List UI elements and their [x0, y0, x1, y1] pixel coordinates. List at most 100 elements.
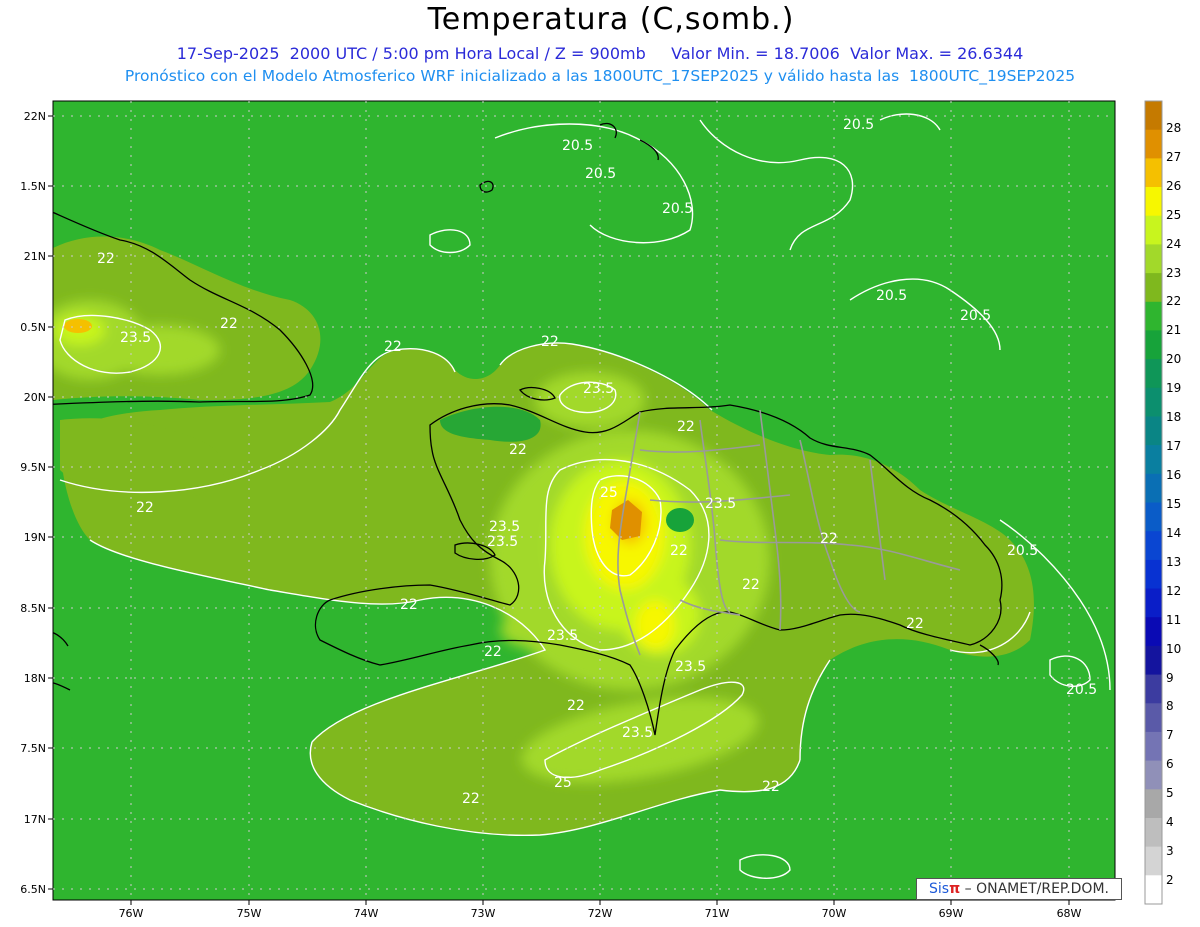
- contour-label-25: 25: [600, 485, 618, 501]
- contour-label: 22: [97, 251, 115, 267]
- scale-swatch: [1145, 731, 1162, 762]
- scale-swatch: [1145, 588, 1162, 618]
- lon-ticks: [130, 900, 1070, 905]
- scale-label: 11: [1166, 613, 1181, 627]
- contour-label: 20.5: [562, 138, 593, 154]
- lat-label: 1.5N: [20, 180, 46, 193]
- scale-swatch: [1145, 674, 1162, 704]
- scale-swatch: [1145, 387, 1162, 417]
- contour-label: 22: [762, 779, 780, 795]
- scale-label: 24: [1166, 237, 1181, 251]
- color-scale-bar: [1144, 100, 1163, 905]
- longitude-axis: 76W 75W 74W 73W 72W 71W 70W 69W 68W: [119, 907, 1082, 920]
- lat-label: 17N: [24, 813, 46, 826]
- map-field: [53, 101, 1115, 900]
- scale-swatch: [1145, 330, 1162, 360]
- latitude-axis: 22N 1.5N 21N 0.5N 20N 9.5N 19N 8.5N 18N …: [20, 110, 46, 896]
- contour-label: 20.5: [1007, 543, 1038, 559]
- scale-label: 7: [1166, 728, 1174, 742]
- cool-patch-cordillera: [666, 508, 694, 532]
- scale-swatch: [1145, 473, 1162, 503]
- contour-label: 20.5: [876, 288, 907, 304]
- contour-label: 22: [400, 597, 418, 613]
- scale-swatch: [1145, 531, 1162, 561]
- scale-label: 3: [1166, 844, 1174, 858]
- scale-swatch: [1145, 818, 1162, 848]
- lat-label: 6.5N: [20, 883, 46, 896]
- lat-label: 9.5N: [20, 461, 46, 474]
- scale-label: 23: [1166, 266, 1181, 280]
- contour-label: 25: [554, 775, 572, 791]
- lon-label: 74W: [354, 907, 379, 920]
- contour-label: 20.5: [960, 308, 991, 324]
- lat-label: 20N: [24, 391, 46, 404]
- lon-label: 69W: [939, 907, 964, 920]
- contour-label: 20.5: [662, 201, 693, 217]
- contour-label: 22: [670, 543, 688, 559]
- credit-box: Sisπ – ONAMET/REP.DOM.: [916, 878, 1122, 900]
- scale-swatch: [1145, 301, 1162, 331]
- contour-label: 22: [136, 500, 154, 516]
- lat-ticks: [48, 115, 53, 890]
- cuba-warm-patch: [64, 319, 92, 333]
- contour-label: 22: [462, 791, 480, 807]
- lat-label: 7.5N: [20, 742, 46, 755]
- contour-label: 22: [384, 339, 402, 355]
- scale-label: 2: [1166, 873, 1174, 887]
- contour-label: 23.5: [705, 496, 736, 512]
- scale-swatch: [1145, 703, 1162, 733]
- lat-label: 18N: [24, 672, 46, 685]
- scale-swatch: [1145, 559, 1162, 590]
- lat-label: 19N: [24, 531, 46, 544]
- scale-swatch: [1145, 445, 1162, 475]
- scale-label: 28: [1166, 121, 1181, 135]
- lat-label: 0.5N: [20, 321, 46, 334]
- scale-label: 19: [1166, 381, 1181, 395]
- scale-label: 16: [1166, 468, 1181, 482]
- scale-swatch: [1145, 101, 1162, 131]
- contour-label: 22: [484, 644, 502, 660]
- scale-swatch: [1145, 645, 1162, 676]
- contour-label: 22: [742, 577, 760, 593]
- scale-label: 20: [1166, 352, 1181, 366]
- scale-swatch: [1145, 416, 1162, 446]
- scale-swatch: [1145, 244, 1162, 274]
- lon-label: 75W: [237, 907, 262, 920]
- scale-label: 12: [1166, 584, 1181, 598]
- credit-pi-symbol: π: [949, 881, 961, 897]
- lat-label: 22N: [24, 110, 46, 123]
- lon-label: 76W: [119, 907, 144, 920]
- lon-label: 68W: [1057, 907, 1082, 920]
- scale-swatch: [1145, 617, 1162, 647]
- scale-swatch: [1145, 187, 1162, 217]
- contour-label: 23.5: [622, 725, 653, 741]
- contour-label: 22: [541, 334, 559, 350]
- scale-label: 9: [1166, 671, 1174, 685]
- scale-swatch: [1145, 789, 1162, 819]
- lon-label: 72W: [588, 907, 613, 920]
- scale-label: 15: [1166, 497, 1181, 511]
- contour-label: 22: [509, 442, 527, 458]
- scale-swatch: [1145, 215, 1162, 245]
- contour-label: 23.5: [120, 330, 151, 346]
- scale-label: 22: [1166, 294, 1181, 308]
- contour-label: 23.5: [547, 628, 578, 644]
- scale-swatch: [1145, 875, 1162, 905]
- color-scale-labels: 28 27 26 25 24 23 22 21 20 19 18 17 16 1…: [1166, 121, 1181, 887]
- scale-label: 21: [1166, 323, 1181, 337]
- scale-label: 5: [1166, 786, 1174, 800]
- scale-label: 27: [1166, 150, 1181, 164]
- contour-label: 20.5: [585, 166, 616, 182]
- scale-swatch: [1145, 158, 1162, 188]
- scale-label: 14: [1166, 526, 1181, 540]
- scale-label: 6: [1166, 757, 1174, 771]
- contour-label: 20.5: [1066, 682, 1097, 698]
- contour-label: 22: [567, 698, 585, 714]
- scale-label: 8: [1166, 699, 1174, 713]
- credit-brand: Sis: [929, 881, 950, 897]
- scale-swatch: [1145, 760, 1162, 790]
- lon-label: 71W: [705, 907, 730, 920]
- scale-label: 26: [1166, 179, 1181, 193]
- lat-label: 8.5N: [20, 602, 46, 615]
- contour-label: 23.5: [489, 519, 520, 535]
